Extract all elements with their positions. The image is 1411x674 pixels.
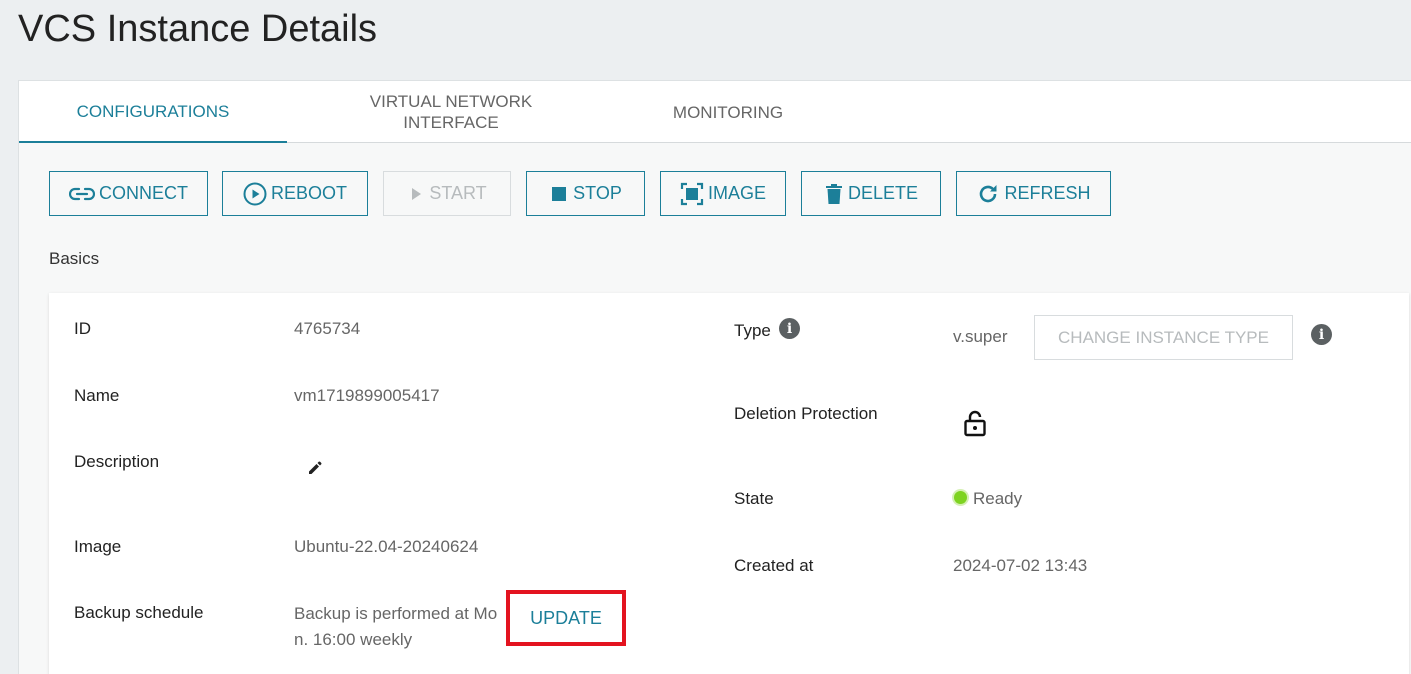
pencil-icon[interactable]: [306, 459, 324, 482]
stop-button[interactable]: STOP: [526, 171, 645, 216]
instance-card: CONFIGURATIONS VIRTUAL NETWORK INTERFACE…: [18, 80, 1411, 674]
section-basics-label: Basics: [49, 249, 100, 268]
name-value: vm1719899005417: [294, 386, 440, 405]
unlock-icon[interactable]: [963, 409, 987, 442]
play-icon: [407, 185, 425, 203]
type-label: Type: [734, 321, 771, 340]
image-label: Image: [74, 537, 122, 556]
state-label: State: [734, 489, 774, 508]
tab-bar: CONFIGURATIONS VIRTUAL NETWORK INTERFACE…: [19, 81, 1411, 143]
image-value: Ubuntu-22.04-20240624: [294, 537, 479, 556]
image-label: IMAGE: [707, 183, 766, 203]
info-icon[interactable]: i: [1311, 324, 1332, 345]
stop-label: STOP: [573, 183, 622, 203]
refresh-label: REFRESH: [1004, 183, 1091, 203]
stop-icon: [549, 185, 569, 203]
change-instance-type-button[interactable]: CHANGE INSTANCE TYPE: [1034, 315, 1293, 360]
basics-panel: ID 4765734 Name vm1719899005417 Descript…: [49, 293, 1409, 674]
type-value: v.super: [953, 327, 1008, 346]
image-button[interactable]: IMAGE: [660, 171, 786, 216]
image-frame-icon: [680, 182, 704, 206]
delete-button[interactable]: DELETE: [801, 171, 941, 216]
refresh-icon: [976, 182, 1000, 206]
created-at-label: Created at: [734, 556, 814, 575]
link-icon: [69, 186, 95, 202]
reboot-button[interactable]: REBOOT: [222, 171, 368, 216]
tab-monitoring[interactable]: MONITORING: [644, 81, 812, 143]
start-label: START: [429, 183, 487, 203]
connect-button[interactable]: CONNECT: [49, 171, 208, 216]
tab-virtual-network-interface[interactable]: VIRTUAL NETWORK INTERFACE: [339, 81, 563, 143]
id-label: ID: [74, 319, 91, 338]
connect-label: CONNECT: [99, 183, 188, 203]
delete-label: DELETE: [847, 183, 919, 203]
info-icon[interactable]: i: [779, 318, 800, 339]
trash-icon: [824, 182, 844, 206]
deletion-protection-label: Deletion Protection: [734, 404, 878, 423]
created-at-value: 2024-07-02 13:43: [953, 556, 1088, 575]
tab-configurations[interactable]: CONFIGURATIONS: [19, 81, 287, 143]
start-button[interactable]: START: [383, 171, 511, 216]
backup-schedule-label: Backup schedule: [74, 603, 204, 622]
name-label: Name: [74, 386, 120, 405]
description-label: Description: [74, 452, 160, 471]
reboot-label: REBOOT: [270, 183, 347, 203]
id-value: 4765734: [294, 319, 361, 338]
state-value: Ready: [973, 489, 1023, 508]
update-backup-button[interactable]: UPDATE: [506, 590, 626, 646]
backup-schedule-value: Backup is performed at Mon. 16:00 weekly: [294, 604, 498, 649]
page-title: VCS Instance Details: [18, 8, 378, 50]
status-dot: [954, 491, 967, 504]
play-circle-icon: [243, 182, 267, 206]
refresh-button[interactable]: REFRESH: [956, 171, 1111, 216]
